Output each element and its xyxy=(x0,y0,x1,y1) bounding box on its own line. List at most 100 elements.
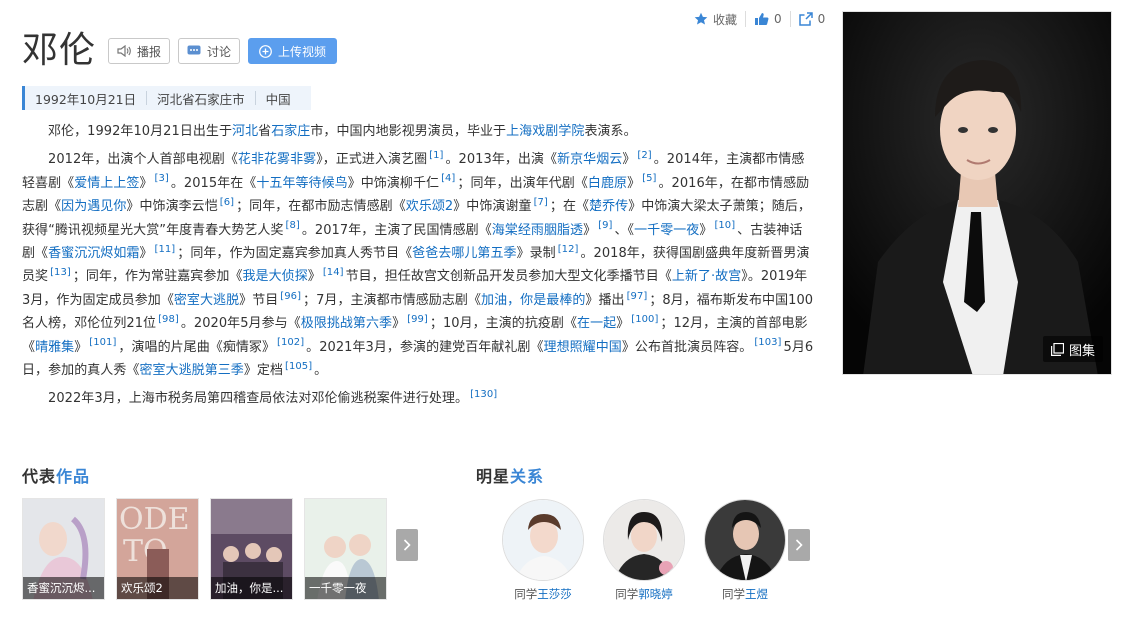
link-shijiazhuang[interactable]: 石家庄 xyxy=(271,124,310,139)
link-work[interactable]: 极限挑战第六季 xyxy=(301,316,392,331)
avatar[interactable] xyxy=(704,499,786,581)
link-shanghai-theatre-academy[interactable]: 上海戏剧学院 xyxy=(506,124,584,139)
link-work[interactable]: 加油，你是最棒的 xyxy=(481,293,585,308)
link-work[interactable]: 花非花雾非雾 xyxy=(238,152,316,167)
reference-link[interactable]: [8] xyxy=(284,220,302,231)
reference-link[interactable]: [2] xyxy=(635,150,653,161)
birth-date: 1992年10月21日 xyxy=(35,91,137,107)
works-next-button[interactable] xyxy=(396,529,418,561)
reference-link[interactable]: [14] xyxy=(321,267,346,278)
text: 》 xyxy=(616,316,630,332)
reference-link[interactable]: [96] xyxy=(278,291,303,302)
text: ；10月，主演的抗疫剧《 xyxy=(429,316,578,332)
relation-item[interactable]: 同学王莎莎 xyxy=(502,499,584,602)
reference-link[interactable]: [11] xyxy=(153,244,178,255)
basic-info-bar: 1992年10月21日 河北省石家庄市 中国 xyxy=(22,86,311,110)
birthplace: 河北省石家庄市 xyxy=(157,91,245,107)
text: ；同年，作为固定嘉宾参加真人秀节目《 xyxy=(177,246,413,262)
relation-name-link[interactable]: 王煜 xyxy=(745,587,768,601)
link-work[interactable]: 白鹿原 xyxy=(588,176,627,191)
link-work[interactable]: 晴雅集 xyxy=(35,340,74,355)
broadcast-button[interactable]: 播报 xyxy=(108,38,171,64)
reference-link[interactable]: [1] xyxy=(427,150,445,161)
avatar[interactable] xyxy=(603,499,685,581)
text: 。 xyxy=(314,363,328,379)
link-work[interactable]: 密室大逃脱第三季 xyxy=(139,363,243,378)
gallery-button[interactable]: 图集 xyxy=(1042,336,1103,362)
top-actions: 收藏 0 0 xyxy=(686,10,833,28)
link-work[interactable]: 在一起 xyxy=(577,316,616,331)
reference-link[interactable]: [101] xyxy=(87,337,118,348)
link-hebei[interactable]: 河北 xyxy=(232,124,258,139)
link-work[interactable]: 新京华烟云 xyxy=(557,152,622,167)
discuss-button[interactable]: 讨论 xyxy=(178,38,241,64)
collect-button[interactable]: 收藏 xyxy=(686,10,745,28)
reference-link[interactable]: [100] xyxy=(629,314,660,325)
reference-link[interactable]: [97] xyxy=(625,291,650,302)
reference-link[interactable]: [10] xyxy=(712,220,737,231)
relation-item[interactable]: 同学郭晓婷 xyxy=(603,499,685,602)
text: 。2013年，出演《 xyxy=(445,152,558,168)
work-caption: 香蜜沉沉烬... xyxy=(23,577,104,599)
text: 。2017年，主演了民国情感剧《 xyxy=(301,222,492,238)
reference-link[interactable]: [13] xyxy=(48,267,73,278)
broadcast-label: 播报 xyxy=(137,44,162,59)
collect-label: 收藏 xyxy=(713,12,738,27)
work-caption: 欢乐颂2 xyxy=(117,577,198,599)
link-work[interactable]: 爸爸去哪儿第五季 xyxy=(412,246,516,261)
link-work[interactable]: 楚乔传 xyxy=(589,199,628,214)
reference-link[interactable]: [103] xyxy=(752,337,783,348)
reference-link[interactable]: [102] xyxy=(275,337,306,348)
work-item[interactable]: 香蜜沉沉烬... xyxy=(22,498,105,600)
text: 》，正式进入演艺圈 xyxy=(316,152,428,168)
text: 》 xyxy=(699,222,713,238)
relation-name-link[interactable]: 王莎莎 xyxy=(537,587,572,601)
reference-link[interactable]: [7] xyxy=(532,197,550,208)
reference-link[interactable]: [3] xyxy=(153,173,171,184)
reference-link[interactable]: [99] xyxy=(405,314,430,325)
title-part: 代表 xyxy=(22,467,57,486)
reference-link[interactable]: [130] xyxy=(468,389,499,400)
link-work[interactable]: 欢乐颂2 xyxy=(406,199,453,214)
share-button[interactable]: 0 xyxy=(791,10,834,28)
relation-label: 同学郭晓婷 xyxy=(603,586,685,602)
relations-section-title: 明星关系 xyxy=(476,463,544,487)
like-button[interactable]: 0 xyxy=(746,10,790,28)
share-count: 0 xyxy=(817,12,826,26)
upload-video-button[interactable]: 上传视频 xyxy=(248,38,338,64)
avatar[interactable] xyxy=(502,499,584,581)
comment-icon xyxy=(187,45,201,55)
work-item[interactable]: ODE TO 欢乐颂2 xyxy=(116,498,199,600)
relation-type: 同学 xyxy=(514,587,538,601)
relation-item[interactable]: 同学王煜 xyxy=(704,499,786,602)
reference-link[interactable]: [12] xyxy=(556,244,581,255)
link-work[interactable]: 上新了·故宫 xyxy=(672,269,741,284)
work-item[interactable]: 加油，你是... xyxy=(210,498,293,600)
link-work[interactable]: 一千零一夜 xyxy=(634,223,699,238)
text: 。2015年在《 xyxy=(170,175,257,191)
reference-link[interactable]: [6] xyxy=(218,197,236,208)
link-work[interactable]: 理想照耀中国 xyxy=(544,340,622,355)
text: 。2021年3月，参演的建党百年献礼剧《 xyxy=(306,339,544,355)
link-work[interactable]: 海棠经雨胭脂透 xyxy=(492,223,583,238)
link-work[interactable]: 爱情上上签 xyxy=(74,176,139,191)
text: 》中饰演谢童 xyxy=(453,199,532,215)
reference-link[interactable]: [9] xyxy=(596,220,614,231)
link-work[interactable]: 因为遇见你 xyxy=(61,199,126,214)
work-item[interactable]: 一千零一夜 xyxy=(304,498,387,600)
link-work[interactable]: 香蜜沉沉烬如霜 xyxy=(48,246,139,261)
link-work[interactable]: 密室大逃脱 xyxy=(174,293,239,308)
reference-link[interactable]: [105] xyxy=(283,361,314,372)
reference-link[interactable]: [98] xyxy=(156,314,181,325)
reference-link[interactable]: [4] xyxy=(439,173,457,184)
title-row: 邓伦 播报 讨论 上传视频 xyxy=(22,30,345,72)
relation-name-link[interactable]: 郭晓婷 xyxy=(638,587,673,601)
title-part: 关系 xyxy=(510,467,545,486)
portrait-image[interactable]: 图集 xyxy=(842,11,1112,375)
text: 》中饰演李云恺 xyxy=(126,199,218,215)
reference-link[interactable]: [5] xyxy=(640,173,658,184)
relations-next-button[interactable] xyxy=(788,529,810,561)
link-work[interactable]: 十五年等待候鸟 xyxy=(256,176,347,191)
link-work[interactable]: 我是大侦探 xyxy=(243,269,308,284)
star-icon xyxy=(694,12,708,25)
